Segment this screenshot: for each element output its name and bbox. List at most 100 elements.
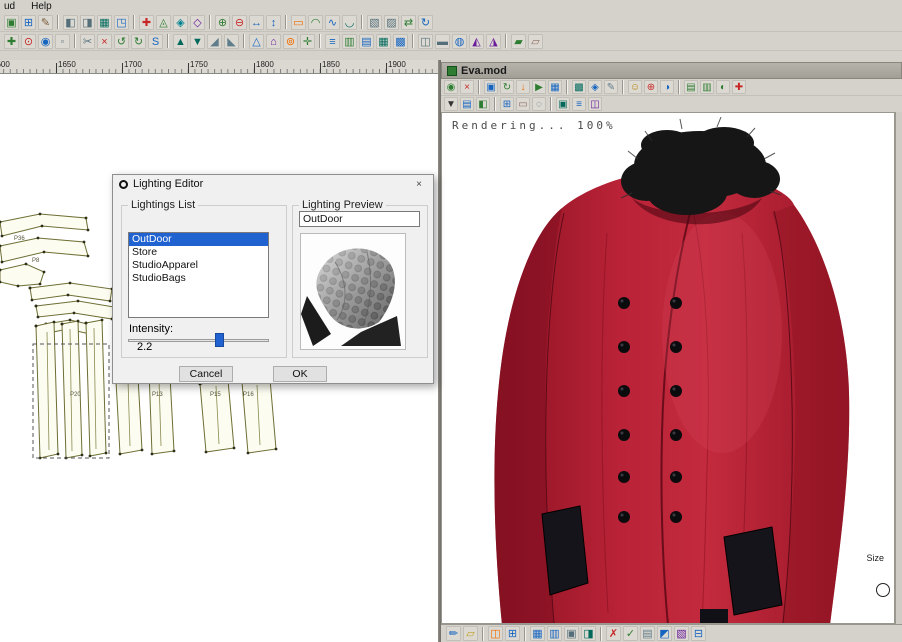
toolbar-icon[interactable]: ▥ (700, 80, 714, 94)
toolbar-icon[interactable]: ▱ (463, 626, 478, 641)
toolbar-icon[interactable]: ◨ (80, 15, 95, 30)
toolbar-icon[interactable]: ▶ (532, 80, 546, 94)
pattern-piece[interactable] (200, 380, 234, 452)
toolbar-icon[interactable]: ✗ (606, 626, 621, 641)
toolbar-icon[interactable]: ◈ (173, 15, 188, 30)
lighting-editor-dialog[interactable]: Lighting Editor × Lightings List OutDoor… (112, 174, 434, 384)
toolbar-icon[interactable]: ✂ (80, 34, 95, 49)
toolbar-icon[interactable]: ↺ (114, 34, 129, 49)
toolbar-icon[interactable]: ▦ (530, 626, 545, 641)
toolbar-icon[interactable]: ✎ (38, 15, 53, 30)
toolbar-icon[interactable]: ◩ (657, 626, 672, 641)
toolbar-icon[interactable]: ⌂ (266, 34, 281, 49)
toolbar-icon[interactable]: ⊚ (283, 34, 298, 49)
document-titlebar[interactable]: Eva.mod (441, 62, 902, 79)
pattern-piece[interactable] (30, 283, 112, 301)
toolbar-icon[interactable]: ◑ (660, 80, 674, 94)
toolbar-icon[interactable]: ▭ (291, 15, 306, 30)
toolbar-icon[interactable]: ▱ (528, 34, 543, 49)
toolbar-icon[interactable]: △ (249, 34, 264, 49)
toolbar-icon[interactable]: ◠ (308, 15, 323, 30)
toolbar-icon[interactable]: ✏ (446, 626, 461, 641)
toolbar-icon[interactable]: ✚ (139, 15, 154, 30)
lighting-list-item[interactable]: StudioBags (129, 272, 268, 285)
pattern-piece[interactable] (242, 379, 276, 453)
toolbar-icon[interactable]: ◭ (469, 34, 484, 49)
toolbar-icon[interactable]: ☺ (628, 80, 642, 94)
toolbar-icon[interactable]: ⇄ (401, 15, 416, 30)
toolbar-icon[interactable]: ▤ (460, 97, 474, 111)
toolbar-icon[interactable]: ◧ (476, 97, 490, 111)
toolbar-icon[interactable]: ▬ (435, 34, 450, 49)
toolbar-icon[interactable]: ⊞ (500, 97, 514, 111)
lighting-list-item[interactable]: Store (129, 246, 268, 259)
toolbar-icon[interactable]: ▥ (342, 34, 357, 49)
toolbar-icon[interactable]: ⊕ (215, 15, 230, 30)
toolbar-icon[interactable]: ↓ (516, 80, 530, 94)
toolbar-icon[interactable]: ≡ (572, 97, 586, 111)
toolbar-icon[interactable]: ◉ (444, 80, 458, 94)
toolbar-icon[interactable]: ◌ (532, 97, 546, 111)
toolbar-icon[interactable]: ◬ (156, 15, 171, 30)
pattern-piece[interactable] (36, 301, 114, 319)
render-viewport[interactable]: Rendering... 100% Size (441, 112, 895, 624)
toolbar-icon[interactable]: ◇ (190, 15, 205, 30)
toolbar-icon[interactable]: ∿ (325, 15, 340, 30)
toolbar-icon[interactable]: ◮ (486, 34, 501, 49)
toolbar-icon[interactable]: ≡ (325, 34, 340, 49)
slider-thumb[interactable] (215, 333, 224, 347)
toolbar-icon[interactable]: ▭ (516, 97, 530, 111)
toolbar-icon[interactable]: × (460, 80, 474, 94)
viewport-scrollbar[interactable] (895, 112, 902, 624)
toolbar-icon[interactable]: ↕ (266, 15, 281, 30)
toolbar-icon[interactable]: ▧ (674, 626, 689, 641)
toolbar-icon[interactable]: ▼ (190, 34, 205, 49)
toolbar-icon[interactable]: ✚ (4, 34, 19, 49)
toolbar-icon[interactable]: ⊞ (21, 15, 36, 30)
toolbar-icon[interactable]: ◈ (588, 80, 602, 94)
toolbar-icon[interactable]: ▦ (376, 34, 391, 49)
lighting-list-item[interactable]: StudioApparel (129, 259, 268, 272)
menu-item[interactable]: Help (31, 1, 52, 12)
toolbar-icon[interactable]: ◉ (38, 34, 53, 49)
toolbar-icon[interactable]: ▦ (97, 15, 112, 30)
toolbar-icon[interactable]: ▨ (384, 15, 399, 30)
toolbar-icon[interactable]: ▼ (444, 97, 458, 111)
toolbar-icon[interactable]: ▤ (359, 34, 374, 49)
toolbar-icon[interactable]: ✛ (300, 34, 315, 49)
toolbar-icon[interactable]: ↻ (418, 15, 433, 30)
toolbar-icon[interactable]: ▰ (511, 34, 526, 49)
toolbar-icon[interactable]: ▥ (547, 626, 562, 641)
toolbar-icon[interactable]: ▤ (640, 626, 655, 641)
toolbar-icon[interactable]: ▲ (173, 34, 188, 49)
toolbar-icon[interactable]: ▣ (564, 626, 579, 641)
preview-name-field[interactable]: OutDoor (299, 211, 420, 227)
lightings-listbox[interactable]: OutDoorStoreStudioApparelStudioBags (128, 232, 269, 318)
toolbar-icon[interactable]: ▦ (548, 80, 562, 94)
toolbar-icon[interactable]: ✓ (623, 626, 638, 641)
toolbar-icon[interactable]: ◡ (342, 15, 357, 30)
toolbar-icon[interactable]: ◐ (716, 80, 730, 94)
toolbar-icon[interactable]: ⊞ (505, 626, 520, 641)
ok-button[interactable]: OK (273, 366, 327, 382)
toolbar-icon[interactable]: ↔ (249, 15, 264, 30)
toolbar-icon[interactable]: S (148, 34, 163, 49)
toolbar-icon[interactable]: ▤ (684, 80, 698, 94)
size-indicator-circle[interactable] (877, 584, 890, 597)
cancel-button[interactable]: Cancel (179, 366, 233, 382)
toolbar-icon[interactable]: ◢ (207, 34, 222, 49)
lighting-list-item[interactable]: OutDoor (129, 233, 268, 246)
toolbar-icon[interactable]: ▣ (4, 15, 19, 30)
toolbar-icon[interactable]: ⊕ (644, 80, 658, 94)
toolbar-icon[interactable]: ▩ (572, 80, 586, 94)
menu-item[interactable]: ud (4, 1, 15, 12)
dialog-close-button[interactable]: × (407, 177, 431, 192)
toolbar-icon[interactable]: ◫ (418, 34, 433, 49)
toolbar-icon[interactable]: ▩ (393, 34, 408, 49)
toolbar-icon[interactable]: ◍ (452, 34, 467, 49)
toolbar-icon[interactable]: ↻ (131, 34, 146, 49)
toolbar-icon[interactable]: ◫ (588, 97, 602, 111)
toolbar-icon[interactable]: ◧ (63, 15, 78, 30)
toolbar-icon[interactable]: ⊙ (21, 34, 36, 49)
pattern-piece[interactable] (0, 264, 44, 286)
